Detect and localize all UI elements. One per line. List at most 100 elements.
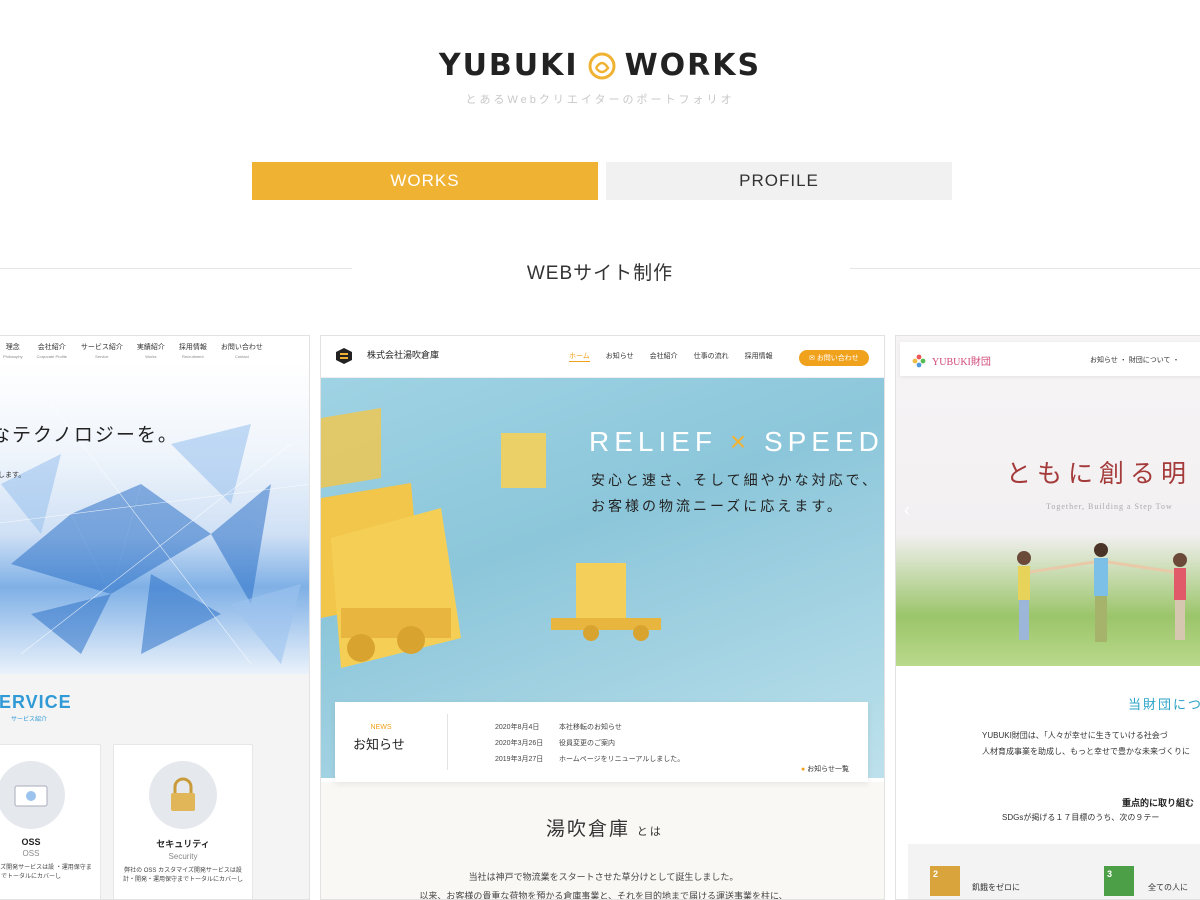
service-subtitle: Security xyxy=(168,852,198,861)
tab-profile[interactable]: PROFILE xyxy=(606,162,952,200)
tech-nav-item[interactable]: 採用情報 Recruitment xyxy=(179,342,207,370)
foundation-site-header: YUBUKI財団 お知らせ ・ 財団について ・ xyxy=(900,342,1200,376)
sdgs-list: 2 飢餓をゼロに 3 全ての人に xyxy=(908,844,1200,899)
warehouse-nav-item[interactable]: ホーム xyxy=(569,351,590,362)
warehouse-logo-icon xyxy=(336,348,352,364)
tech-hero-subtext: に​します。 xyxy=(0,472,26,479)
sdg-badge-icon: 3 xyxy=(1104,866,1134,896)
warehouse-contact-button[interactable]: ✉ お問い合わせ xyxy=(799,350,869,366)
foundation-flower-logo-icon xyxy=(912,354,926,368)
warehouse-nav-item[interactable]: 会社紹介 xyxy=(650,351,678,362)
foundation-hero-headline: ともに創る明 xyxy=(1006,461,1193,488)
tech-nav-sub: Corporate Profile xyxy=(36,354,67,359)
foundation-about-title: 当財団につ xyxy=(1128,697,1200,712)
hero-copy-line: お客様の物流ニーズに応えます。 xyxy=(591,497,844,514)
tech-nav-label: お問い合わせ xyxy=(220,344,263,351)
tech-nav-label: サービス紹介 xyxy=(80,344,123,351)
warehouse-news-panel: NEWS お知らせ 2020年8月4日 本社移転のお知らせ 2020年3月26日… xyxy=(335,702,868,782)
about-title-suffix: とは xyxy=(636,826,663,838)
warehouse-hero-headline: RELIEF × SPEED xyxy=(589,426,884,458)
polygon-network-icon xyxy=(0,403,309,665)
sdg-badge-icon: 2 xyxy=(930,866,960,896)
warehouse-hero-copy: 安心と速さ、そして細やかな対応で、 お客様の物流ニーズに応えます。 xyxy=(591,468,879,520)
tech-nav-sub: Contact xyxy=(234,354,249,359)
site-logo[interactable]: YUBUKI WORKS xyxy=(439,48,761,83)
tech-nav-sub: Works xyxy=(145,354,157,359)
news-divider xyxy=(447,714,448,770)
tech-service-subtitle: サービス紹介 xyxy=(11,717,48,723)
service-card-security[interactable]: セキュリティ Security 弊社の OSS カスタマイズ開発サービスは設 計… xyxy=(113,744,253,899)
tech-nav-sub: Service xyxy=(95,354,109,359)
news-date: 2019年3月27日 xyxy=(495,755,544,763)
service-desc: カスタマイズ開発サービスは設 ・運用保守までトータルにカバーし xyxy=(0,865,92,880)
hero-copy-line: 安心と速さ、そして細やかな対応で、 xyxy=(591,472,880,488)
tech-site-nav: 理念 Philosophy 会社紹介 Corporate Profile サービス紹… xyxy=(0,342,309,370)
tech-nav-label: 理念 xyxy=(5,344,20,351)
work-card-foundation[interactable]: YUBUKI財団 お知らせ ・ 財団について ・ ‹ ともに創る明 Togeth… xyxy=(895,335,1200,900)
hero-cross: × xyxy=(729,426,752,457)
news-item[interactable]: 2020年3月26日 役員変更のご案内 xyxy=(495,736,684,752)
site-tagline: とあるWebクリエイターのポートフォリオ xyxy=(465,94,735,106)
warehouse-nav-item[interactable]: お知らせ xyxy=(606,351,634,362)
tech-nav-item[interactable]: サービス紹介 Service xyxy=(81,342,123,370)
logo-mark-icon xyxy=(588,52,616,79)
about-line: 以来、お客様の貴重な荷物を預かる倉庫事業と、それを目的地まで届ける運送事業を柱に… xyxy=(419,890,788,900)
news-more-link[interactable]: ● お知らせ一覧 xyxy=(801,764,849,774)
service-subtitle: OSS xyxy=(22,849,40,858)
tech-nav-item[interactable]: お問い合わせ Contact xyxy=(221,342,263,370)
tech-nav-item[interactable]: 実績紹介 Works xyxy=(137,342,165,370)
news-text: 本社移転のお知らせ xyxy=(558,724,622,731)
news-text: ホームページをリニューアルしました。 xyxy=(558,755,685,763)
news-label: NEWS xyxy=(370,724,392,731)
bullet-icon: ● xyxy=(801,766,806,773)
news-date: 2020年3月26日 xyxy=(495,739,544,747)
warehouse-contact-label: お問い合わせ xyxy=(816,355,859,362)
oss-photo xyxy=(0,761,65,829)
about-line: 当社は神戸で物流業をスタートさせた草分けとして誕生しました。 xyxy=(468,872,739,882)
security-photo xyxy=(149,761,217,829)
site-header: YUBUKI WORKS とあるWebクリエイターのポートフォリオ xyxy=(0,48,1200,107)
warehouse-nav-item[interactable]: 仕事の流れ xyxy=(694,351,729,362)
carousel-prev-chevron-icon[interactable]: ‹ xyxy=(904,500,910,521)
foundation-nav[interactable]: お知らせ ・ 財団について ・ xyxy=(1090,355,1179,365)
warehouse-site-header: 株式会社湯吹倉庫 ホーム お知らせ 会社紹介 仕事の流れ 採用情報 ✉ お問い合… xyxy=(321,336,884,378)
service-card-oss[interactable]: OSS OSS カスタマイズ開発サービスは設 ・運用保守までトータルにカバーし xyxy=(0,744,101,899)
tech-nav-item[interactable]: 理念 Philosophy xyxy=(3,342,23,370)
tech-hero-image xyxy=(0,364,309,674)
logo-text-right: WORKS xyxy=(624,48,762,83)
tab-works[interactable]: WORKS xyxy=(252,162,598,200)
about-title-main: 湯吹倉庫 xyxy=(546,819,631,840)
foundation-hero-image xyxy=(896,336,1200,666)
work-card-tech[interactable]: 理念 Philosophy 会社紹介 Corporate Profile サービス紹… xyxy=(0,335,310,900)
news-item[interactable]: 2019年3月27日 ホームページをリニューアルしました。 xyxy=(495,752,684,768)
warehouse-about-text: 当社は神戸で物流業をスタートさせた草分けとして誕生しました。 以来、お客様の貴重… xyxy=(321,868,884,900)
news-item[interactable]: 2020年8月4日 本社移転のお知らせ xyxy=(495,720,684,736)
news-text: 役員変更のご案内 xyxy=(558,739,615,747)
sdg-label: 全ての人に xyxy=(1148,883,1188,892)
people-jumping-illustration-icon xyxy=(1017,543,1187,642)
about-line: YUBUKI財団は、「人々が幸せに生きていける社会づ xyxy=(982,731,1168,740)
foundation-focus-text: SDGsが掲げる１７目標のうち、次の９テー xyxy=(1002,813,1160,822)
hero-speed: SPEED xyxy=(763,426,884,457)
news-title: お知らせ xyxy=(353,737,405,752)
hero-relief: RELIEF xyxy=(589,426,718,457)
tech-hero-headline: なテクノロジーを。 xyxy=(0,425,179,446)
portfolio-page: YUBUKI WORKS とあるWebクリエイターのポートフォリオ WORKS … xyxy=(0,0,1200,900)
work-card-warehouse[interactable]: 株式会社湯吹倉庫 ホーム お知らせ 会社紹介 仕事の流れ 採用情報 ✉ お問い合… xyxy=(320,335,885,900)
tech-nav-sub: Recruitment xyxy=(182,354,204,359)
logo-text-left: YUBUKI xyxy=(438,48,579,83)
news-more-label: お知らせ一覧 xyxy=(807,766,850,773)
warehouse-nav: ホーム お知らせ 会社紹介 仕事の流れ 採用情報 xyxy=(569,351,773,362)
warehouse-about-title: 湯吹倉庫 とは xyxy=(546,814,663,841)
foundation-focus-title: 重点的に取り組む xyxy=(1122,798,1195,808)
tech-nav-label: 実績紹介 xyxy=(136,344,165,351)
news-date: 2020年8月4日 xyxy=(495,724,540,731)
warehouse-nav-item[interactable]: 採用情報 xyxy=(745,351,773,362)
foundation-brand-name: YUBUKI財団 xyxy=(932,357,991,368)
tech-nav-sub: Philosophy xyxy=(3,354,23,359)
category-tabs: WORKS PROFILE xyxy=(252,162,952,200)
warehouse-company-name: 株式会社湯吹倉庫 xyxy=(367,350,440,360)
foundation-hero-subtitle: Together, Building a Step Tow xyxy=(1046,502,1173,511)
tech-nav-item[interactable]: 会社紹介 Corporate Profile xyxy=(37,342,67,370)
tech-service-title: ERVICE xyxy=(0,692,72,712)
